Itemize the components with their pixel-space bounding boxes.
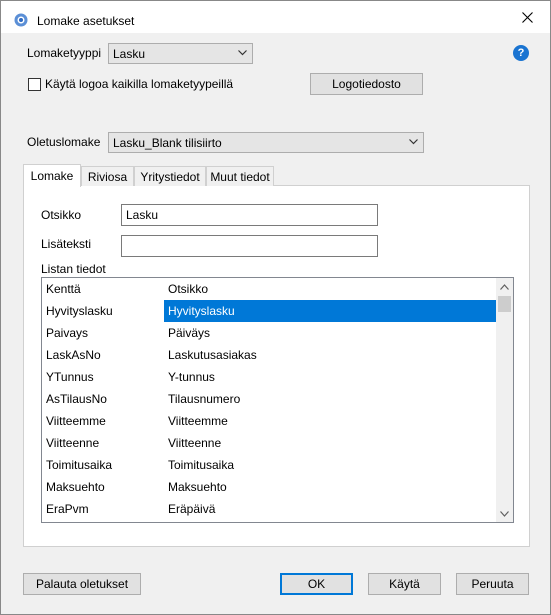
title-bar: Lomake asetukset: [1, 1, 550, 33]
field-title-cell[interactable]: Laskutusasiakas: [164, 344, 496, 366]
field-title-cell[interactable]: Eräpäivä: [164, 498, 496, 520]
extra-text-label: Lisäteksti: [41, 237, 92, 251]
field-name-cell: LaskAsNo: [46, 348, 101, 362]
title-field-value: Lasku: [126, 208, 159, 222]
field-title-cell[interactable]: Toimitusaika: [164, 454, 496, 476]
field-title-cell[interactable]: Y-tunnus: [164, 366, 496, 388]
form-type-label: Lomaketyyppi: [27, 46, 102, 60]
title-field-label: Otsikko: [41, 208, 82, 222]
chevron-down-icon: [238, 50, 247, 56]
field-name-cell: Viitteemme: [46, 414, 106, 428]
use-logo-label: Käytä logoa kaikilla lomaketyypeillä: [45, 77, 234, 91]
reset-defaults-label: Palauta oletukset: [35, 577, 129, 591]
field-name-cell: AsTilausNo: [46, 392, 107, 406]
form-type-select[interactable]: Lasku: [108, 43, 253, 64]
field-title-cell[interactable]: Päiväys: [164, 322, 496, 344]
extra-text-field[interactable]: [121, 235, 378, 257]
form-type-value: Lasku: [113, 46, 146, 61]
close-button[interactable]: [504, 1, 550, 33]
chevron-up-icon: [500, 283, 509, 290]
table-row[interactable]: Viitteenne Viitteenne: [42, 432, 496, 454]
table-row[interactable]: LaskAsNo Laskutusasiakas: [42, 344, 496, 366]
tab-lomake[interactable]: Lomake: [23, 164, 81, 187]
default-form-select[interactable]: Lasku_Blank tilisiirto: [108, 132, 424, 153]
tab-label: Lomake: [30, 169, 74, 183]
title-field[interactable]: Lasku: [121, 204, 378, 226]
chevron-down-icon: [409, 139, 418, 145]
apply-button[interactable]: Käytä: [368, 573, 441, 595]
list-fields-label: Listan tiedot: [41, 262, 106, 276]
fields-list[interactable]: Kenttä Otsikko Hyvityslasku Hyvityslasku P…: [41, 277, 514, 523]
table-row[interactable]: Viitteemme Viitteemme: [42, 410, 496, 432]
scroll-thumb[interactable]: [498, 296, 511, 312]
field-name-cell: Hyvityslasku: [46, 304, 113, 318]
table-row[interactable]: Maksuehto Maksuehto: [42, 476, 496, 498]
field-name-cell: Toimitusaika: [46, 458, 113, 472]
table-row[interactable]: Hyvityslasku Hyvityslasku: [42, 300, 496, 322]
apply-label: Käytä: [389, 577, 420, 591]
use-logo-checkbox[interactable]: [28, 78, 41, 91]
default-form-value: Lasku_Blank tilisiirto: [113, 135, 222, 150]
tab-label: Muut tiedot: [210, 169, 270, 184]
field-name-cell: EraPvm: [46, 502, 89, 516]
vertical-scrollbar[interactable]: [496, 278, 513, 522]
reset-defaults-button[interactable]: Palauta oletukset: [23, 573, 141, 595]
tab-muut-tiedot[interactable]: Muut tiedot: [206, 166, 274, 186]
window-title: Lomake asetukset: [37, 14, 135, 28]
cancel-button[interactable]: Peruuta: [456, 573, 529, 595]
help-icon[interactable]: ?: [513, 45, 529, 61]
table-row[interactable]: Paivays Päiväys: [42, 322, 496, 344]
field-title-cell[interactable]: Viitteemme: [164, 410, 496, 432]
ok-button[interactable]: OK: [280, 573, 353, 595]
column-header-field: Kenttä: [46, 282, 81, 296]
table-row[interactable]: YTunnus Y-tunnus: [42, 366, 496, 388]
scroll-up-button[interactable]: [496, 278, 513, 295]
cancel-label: Peruuta: [471, 577, 514, 591]
table-row[interactable]: AsTilausNo Tilausnumero: [42, 388, 496, 410]
field-title-cell[interactable]: Tilausnumero: [164, 388, 496, 410]
default-form-label: Oletuslomake: [27, 135, 101, 149]
chevron-down-icon: [500, 510, 509, 517]
field-name-cell: Maksuehto: [46, 480, 105, 494]
table-row[interactable]: Toimitusaika Toimitusaika: [42, 454, 496, 476]
field-title-cell[interactable]: Maksuehto: [164, 476, 496, 498]
dialog-window: Lomake asetukset Lomaketyyppi Lasku ? Kä…: [0, 0, 551, 615]
field-title-cell[interactable]: Hyvityslasku: [164, 300, 496, 322]
tab-yritystiedot[interactable]: Yritystiedot: [134, 166, 206, 186]
app-icon: [14, 13, 28, 27]
logo-file-button-label: Logotiedosto: [332, 77, 401, 91]
field-title-cell[interactable]: Viitteenne: [164, 432, 496, 454]
table-row[interactable]: EraPvm Eräpäivä: [42, 498, 496, 520]
tab-riviosa[interactable]: Riviosa: [81, 166, 134, 186]
field-name-cell: Viitteenne: [46, 436, 100, 450]
close-icon: [521, 11, 533, 23]
field-name-cell: YTunnus: [46, 370, 94, 384]
tab-label: Riviosa: [87, 169, 128, 184]
logo-file-button[interactable]: Logotiedosto: [310, 73, 423, 95]
tab-label: Yritystiedot: [140, 169, 200, 184]
field-name-cell: Paivays: [46, 326, 89, 340]
ok-label: OK: [307, 577, 326, 591]
scroll-down-button[interactable]: [496, 505, 513, 522]
list-header: Kenttä Otsikko: [42, 278, 496, 300]
column-header-title: Otsikko: [168, 282, 209, 296]
